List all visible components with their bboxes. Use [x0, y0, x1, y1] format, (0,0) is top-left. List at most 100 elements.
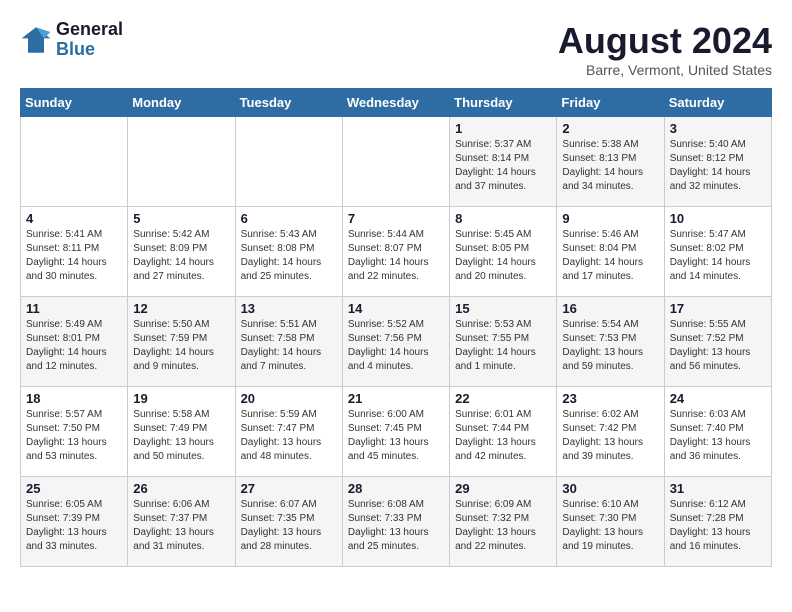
- logo-icon: [20, 24, 52, 56]
- calendar-cell: 18Sunrise: 5:57 AM Sunset: 7:50 PM Dayli…: [21, 387, 128, 477]
- day-content: Sunrise: 5:47 AM Sunset: 8:02 PM Dayligh…: [670, 228, 766, 284]
- day-number: 2: [562, 121, 658, 136]
- day-content: Sunrise: 6:07 AM Sunset: 7:35 PM Dayligh…: [241, 498, 337, 554]
- day-number: 17: [670, 301, 766, 316]
- day-content: Sunrise: 6:08 AM Sunset: 7:33 PM Dayligh…: [348, 498, 444, 554]
- day-number: 9: [562, 211, 658, 226]
- calendar-cell: 16Sunrise: 5:54 AM Sunset: 7:53 PM Dayli…: [557, 297, 664, 387]
- day-content: Sunrise: 6:06 AM Sunset: 7:37 PM Dayligh…: [133, 498, 229, 554]
- day-content: Sunrise: 6:01 AM Sunset: 7:44 PM Dayligh…: [455, 408, 551, 464]
- day-number: 31: [670, 481, 766, 496]
- day-content: Sunrise: 6:00 AM Sunset: 7:45 PM Dayligh…: [348, 408, 444, 464]
- day-number: 3: [670, 121, 766, 136]
- day-content: Sunrise: 5:49 AM Sunset: 8:01 PM Dayligh…: [26, 318, 122, 374]
- weekday-header-row: SundayMondayTuesdayWednesdayThursdayFrid…: [21, 89, 772, 117]
- calendar-week-row: 1 Sunrise: 5:37 AM Sunset: 8:14 PM Daylig…: [21, 117, 772, 207]
- calendar-cell: [128, 117, 235, 207]
- day-content: Sunrise: 5:38 AM Sunset: 8:13 PM Dayligh…: [562, 138, 658, 194]
- day-content: Sunrise: 5:58 AM Sunset: 7:49 PM Dayligh…: [133, 408, 229, 464]
- day-number: 23: [562, 391, 658, 406]
- weekday-header-friday: Friday: [557, 89, 664, 117]
- day-content: Sunrise: 5:46 AM Sunset: 8:04 PM Dayligh…: [562, 228, 658, 284]
- calendar-cell: 17 Sunrise: 5:55 AM Sunset: 7:52 PM Dayli…: [664, 297, 771, 387]
- calendar-cell: 31 Sunrise: 6:12 AM Sunset: 7:28 PM Dayli…: [664, 477, 771, 567]
- day-content: Sunrise: 5:53 AM Sunset: 7:55 PM Dayligh…: [455, 318, 551, 374]
- calendar-header: SundayMondayTuesdayWednesdayThursdayFrid…: [21, 89, 772, 117]
- calendar-cell: 6 Sunrise: 5:43 AM Sunset: 8:08 PM Daylig…: [235, 207, 342, 297]
- day-number: 21: [348, 391, 444, 406]
- weekday-header-tuesday: Tuesday: [235, 89, 342, 117]
- calendar-cell: 25Sunrise: 6:05 AM Sunset: 7:39 PM Dayli…: [21, 477, 128, 567]
- day-content: Sunrise: 5:55 AM Sunset: 7:52 PM Dayligh…: [670, 318, 766, 374]
- calendar-cell: 1 Sunrise: 5:37 AM Sunset: 8:14 PM Daylig…: [450, 117, 557, 207]
- calendar-cell: 11 Sunrise: 5:49 AM Sunset: 8:01 PM Dayli…: [21, 297, 128, 387]
- day-content: Sunrise: 5:50 AM Sunset: 7:59 PM Dayligh…: [133, 318, 229, 374]
- calendar-cell: 24 Sunrise: 6:03 AM Sunset: 7:40 PM Dayli…: [664, 387, 771, 477]
- calendar-cell: 23Sunrise: 6:02 AM Sunset: 7:42 PM Dayli…: [557, 387, 664, 477]
- calendar-cell: 22 Sunrise: 6:01 AM Sunset: 7:44 PM Dayli…: [450, 387, 557, 477]
- day-number: 30: [562, 481, 658, 496]
- day-content: Sunrise: 5:42 AM Sunset: 8:09 PM Dayligh…: [133, 228, 229, 284]
- day-number: 1: [455, 121, 551, 136]
- calendar-cell: 13 Sunrise: 5:51 AM Sunset: 7:58 PM Dayli…: [235, 297, 342, 387]
- calendar-cell: 12 Sunrise: 5:50 AM Sunset: 7:59 PM Dayli…: [128, 297, 235, 387]
- day-number: 5: [133, 211, 229, 226]
- day-number: 6: [241, 211, 337, 226]
- day-number: 8: [455, 211, 551, 226]
- day-content: Sunrise: 5:45 AM Sunset: 8:05 PM Dayligh…: [455, 228, 551, 284]
- calendar-cell: 10 Sunrise: 5:47 AM Sunset: 8:02 PM Dayli…: [664, 207, 771, 297]
- day-number: 12: [133, 301, 229, 316]
- day-content: Sunrise: 5:41 AM Sunset: 8:11 PM Dayligh…: [26, 228, 122, 284]
- calendar-cell: [21, 117, 128, 207]
- day-content: Sunrise: 6:09 AM Sunset: 7:32 PM Dayligh…: [455, 498, 551, 554]
- day-number: 15: [455, 301, 551, 316]
- calendar-subtitle: Barre, Vermont, United States: [558, 62, 772, 78]
- calendar-cell: 2 Sunrise: 5:38 AM Sunset: 8:13 PM Daylig…: [557, 117, 664, 207]
- calendar-cell: 26 Sunrise: 6:06 AM Sunset: 7:37 PM Dayli…: [128, 477, 235, 567]
- day-content: Sunrise: 5:52 AM Sunset: 7:56 PM Dayligh…: [348, 318, 444, 374]
- calendar-cell: [235, 117, 342, 207]
- calendar-cell: [342, 117, 449, 207]
- weekday-header-saturday: Saturday: [664, 89, 771, 117]
- weekday-header-monday: Monday: [128, 89, 235, 117]
- calendar-cell: 28Sunrise: 6:08 AM Sunset: 7:33 PM Dayli…: [342, 477, 449, 567]
- calendar-cell: 21 Sunrise: 6:00 AM Sunset: 7:45 PM Dayli…: [342, 387, 449, 477]
- day-number: 4: [26, 211, 122, 226]
- day-content: Sunrise: 5:37 AM Sunset: 8:14 PM Dayligh…: [455, 138, 551, 194]
- day-content: Sunrise: 6:10 AM Sunset: 7:30 PM Dayligh…: [562, 498, 658, 554]
- calendar-cell: 4 Sunrise: 5:41 AM Sunset: 8:11 PM Daylig…: [21, 207, 128, 297]
- calendar-cell: 9 Sunrise: 5:46 AM Sunset: 8:04 PM Daylig…: [557, 207, 664, 297]
- day-number: 26: [133, 481, 229, 496]
- day-number: 7: [348, 211, 444, 226]
- day-content: Sunrise: 6:03 AM Sunset: 7:40 PM Dayligh…: [670, 408, 766, 464]
- day-content: Sunrise: 6:12 AM Sunset: 7:28 PM Dayligh…: [670, 498, 766, 554]
- day-number: 29: [455, 481, 551, 496]
- day-content: Sunrise: 6:05 AM Sunset: 7:39 PM Dayligh…: [26, 498, 122, 554]
- calendar-title: August 2024: [558, 20, 772, 62]
- calendar-cell: 19Sunrise: 5:58 AM Sunset: 7:49 PM Dayli…: [128, 387, 235, 477]
- day-content: Sunrise: 5:43 AM Sunset: 8:08 PM Dayligh…: [241, 228, 337, 284]
- weekday-header-thursday: Thursday: [450, 89, 557, 117]
- day-number: 27: [241, 481, 337, 496]
- day-number: 11: [26, 301, 122, 316]
- day-number: 22: [455, 391, 551, 406]
- calendar-cell: 29 Sunrise: 6:09 AM Sunset: 7:32 PM Dayli…: [450, 477, 557, 567]
- calendar-week-row: 11 Sunrise: 5:49 AM Sunset: 8:01 PM Dayli…: [21, 297, 772, 387]
- weekday-header-sunday: Sunday: [21, 89, 128, 117]
- calendar-cell: 20Sunrise: 5:59 AM Sunset: 7:47 PM Dayli…: [235, 387, 342, 477]
- day-number: 10: [670, 211, 766, 226]
- calendar-cell: 7Sunrise: 5:44 AM Sunset: 8:07 PM Daylig…: [342, 207, 449, 297]
- calendar-week-row: 4 Sunrise: 5:41 AM Sunset: 8:11 PM Daylig…: [21, 207, 772, 297]
- day-number: 24: [670, 391, 766, 406]
- day-number: 13: [241, 301, 337, 316]
- calendar-week-row: 18Sunrise: 5:57 AM Sunset: 7:50 PM Dayli…: [21, 387, 772, 477]
- calendar-body: 1 Sunrise: 5:37 AM Sunset: 8:14 PM Daylig…: [21, 117, 772, 567]
- day-content: Sunrise: 5:40 AM Sunset: 8:12 PM Dayligh…: [670, 138, 766, 194]
- logo-text: General Blue: [56, 20, 123, 60]
- calendar-table: SundayMondayTuesdayWednesdayThursdayFrid…: [20, 88, 772, 567]
- logo: General Blue: [20, 20, 123, 60]
- day-content: Sunrise: 5:51 AM Sunset: 7:58 PM Dayligh…: [241, 318, 337, 374]
- page-header: General Blue August 2024 Barre, Vermont,…: [20, 20, 772, 78]
- calendar-cell: 15 Sunrise: 5:53 AM Sunset: 7:55 PM Dayli…: [450, 297, 557, 387]
- day-content: Sunrise: 5:57 AM Sunset: 7:50 PM Dayligh…: [26, 408, 122, 464]
